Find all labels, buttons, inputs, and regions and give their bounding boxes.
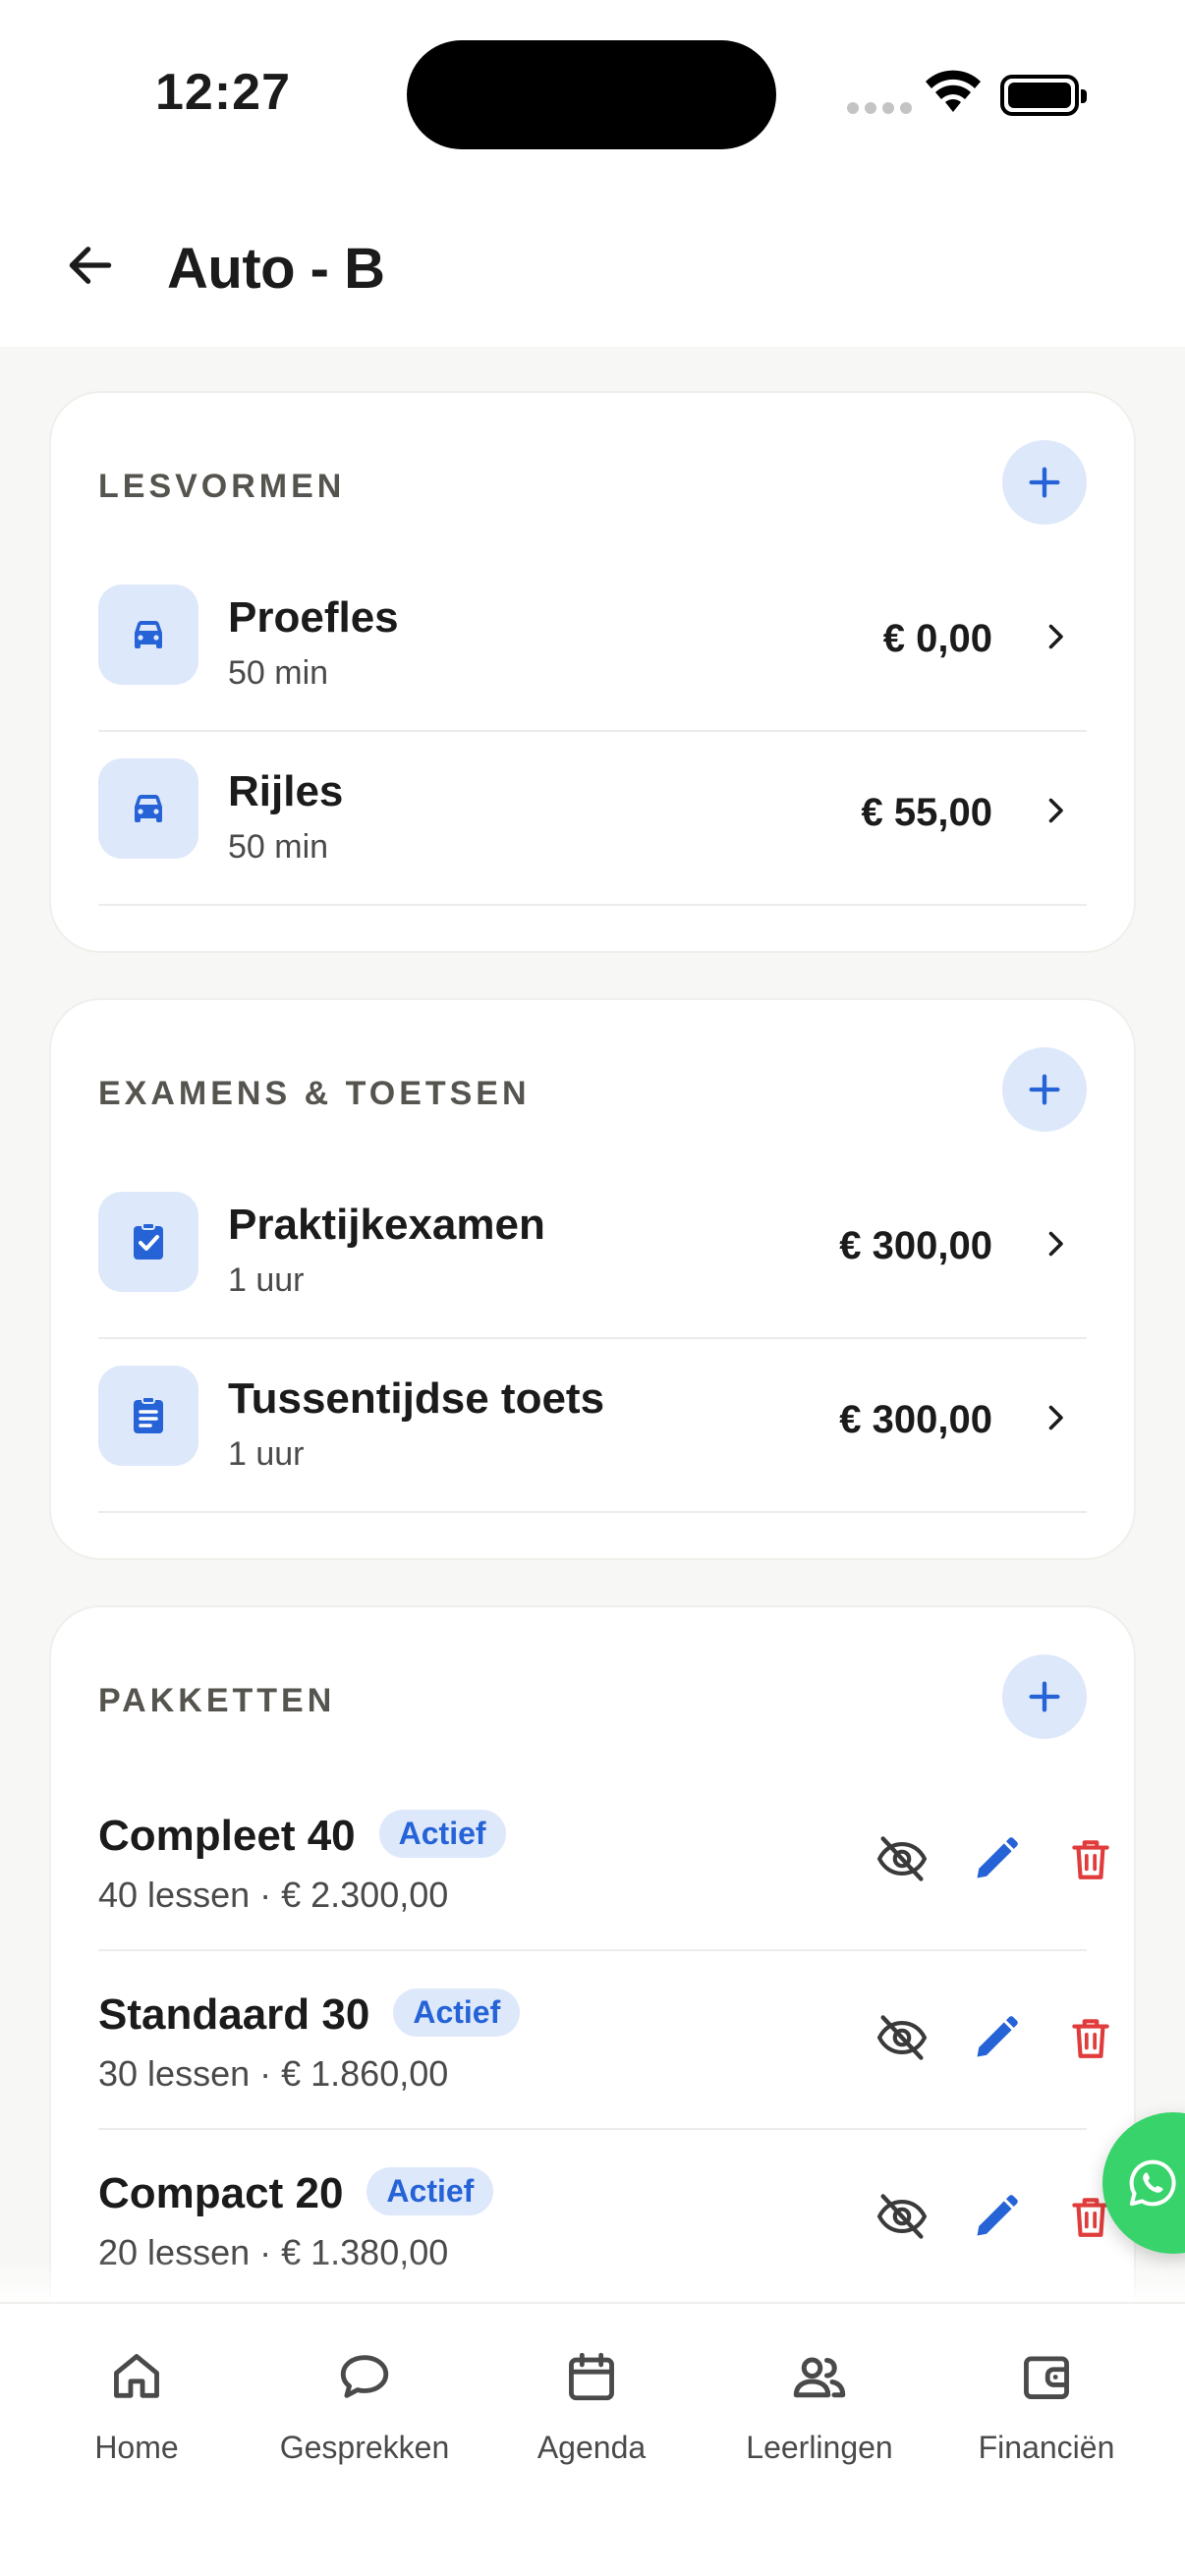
- eye-off-icon: [876, 2015, 928, 2060]
- section-title: PAKKETTEN: [98, 1682, 336, 1719]
- hide-button[interactable]: [865, 2179, 939, 2254]
- plus-icon: [1029, 1074, 1060, 1105]
- clipboard-list-icon: [98, 1366, 198, 1466]
- tab-leerlingen[interactable]: Leerlingen: [706, 2345, 932, 2492]
- page-title: Auto - B: [167, 237, 385, 301]
- section-title: EXAMENS & TOETSEN: [98, 1075, 531, 1112]
- tab-label: Home: [94, 2430, 179, 2465]
- chevron-right-icon: [1032, 1220, 1079, 1267]
- chevron-right-icon: [1032, 1394, 1079, 1441]
- add-examen-button[interactable]: [1002, 1047, 1087, 1132]
- package-name: Standaard 30: [98, 1990, 370, 2039]
- section-title: LESVORMEN: [98, 468, 346, 505]
- package-name: Compact 20: [98, 2169, 344, 2217]
- scroll-fade: [0, 2260, 1185, 2304]
- tab-label: Agenda: [536, 2430, 647, 2465]
- package-details: 30 lessen · € 1.860,00: [98, 2053, 449, 2094]
- examen-duration: 1 uur: [228, 1261, 305, 1299]
- status-badge: Actief: [393, 1988, 521, 2037]
- lesvorm-price: € 0,00: [882, 617, 992, 660]
- package-name: Compleet 40: [98, 1812, 356, 1860]
- wifi-icon: [926, 70, 981, 112]
- examen-name: Praktijkexamen: [228, 1201, 545, 1249]
- lesvormen-card: LESVORMEN Proefles 50 min € 0,00 Rijles …: [49, 391, 1136, 953]
- delete-button[interactable]: [1053, 2000, 1128, 2075]
- examens-card: EXAMENS & TOETSEN Praktijkexamen 1 uur €…: [49, 998, 1136, 1560]
- car-icon: [98, 585, 198, 685]
- status-time: 12:27: [155, 64, 291, 121]
- tab-label: Leerlingen: [746, 2430, 893, 2465]
- tab-agenda[interactable]: Agenda: [479, 2345, 705, 2492]
- battery-icon: [1000, 75, 1087, 116]
- lesvorm-duration: 50 min: [228, 828, 329, 866]
- pencil-icon: [977, 2195, 1018, 2236]
- tab-financien[interactable]: Financiën: [933, 2345, 1159, 2492]
- lesvorm-price: € 55,00: [861, 791, 992, 834]
- list-item[interactable]: Rijles 50 min € 55,00: [98, 732, 1087, 906]
- home-icon: [105, 2345, 168, 2408]
- package-row: Standaard 30 Actief 30 lessen · € 1.860,0…: [98, 1951, 1109, 2130]
- status-badge: Actief: [378, 1810, 506, 1858]
- cellular-signal-icon: [847, 102, 912, 114]
- hide-button[interactable]: [865, 2000, 939, 2075]
- bottom-tab-bar: Home Gesprekken Agenda Leerlingen Financ…: [0, 2302, 1185, 2576]
- plus-icon: [1029, 1681, 1060, 1712]
- status-badge: Actief: [367, 2167, 494, 2215]
- edit-button[interactable]: [959, 2000, 1034, 2075]
- examen-name: Tussentijdse toets: [228, 1374, 605, 1423]
- dynamic-island: [407, 40, 776, 149]
- chevron-right-icon: [1032, 787, 1079, 834]
- car-icon: [98, 758, 198, 859]
- chat-bubble-icon: [333, 2345, 396, 2408]
- lesvorm-name: Proefles: [228, 593, 399, 642]
- package-details: 40 lessen · € 2.300,00: [98, 1875, 449, 1915]
- examen-price: € 300,00: [839, 1398, 992, 1441]
- people-icon: [788, 2345, 851, 2408]
- list-item[interactable]: Praktijkexamen 1 uur € 300,00: [98, 1165, 1087, 1339]
- arrow-left-icon: [69, 247, 112, 284]
- eye-off-icon: [876, 1836, 928, 1881]
- eye-off-icon: [876, 2194, 928, 2239]
- plus-icon: [1029, 467, 1060, 498]
- lesvorm-name: Rijles: [228, 767, 344, 815]
- calendar-icon: [560, 2345, 623, 2408]
- tab-label: Financiën: [978, 2430, 1115, 2465]
- clipboard-check-icon: [98, 1192, 198, 1292]
- edit-button[interactable]: [959, 2179, 1034, 2254]
- status-bar: 12:27: [0, 0, 1185, 187]
- back-button[interactable]: [51, 226, 130, 305]
- trash-icon: [1072, 2019, 1109, 2058]
- chevron-right-icon: [1032, 613, 1079, 660]
- whatsapp-icon: [1129, 2159, 1176, 2207]
- package-row: Compleet 40 Actief 40 lessen · € 2.300,00: [98, 1772, 1109, 1951]
- delete-button[interactable]: [1053, 1821, 1128, 1896]
- add-pakket-button[interactable]: [1002, 1654, 1087, 1739]
- page-header: Auto - B: [0, 187, 1185, 347]
- trash-icon: [1072, 1840, 1109, 1879]
- hide-button[interactable]: [865, 1821, 939, 1896]
- list-item[interactable]: Tussentijdse toets 1 uur € 300,00: [98, 1339, 1087, 1513]
- examen-duration: 1 uur: [228, 1435, 305, 1473]
- pencil-icon: [977, 2016, 1018, 2057]
- wallet-icon: [1015, 2345, 1078, 2408]
- lesvorm-duration: 50 min: [228, 654, 329, 692]
- pencil-icon: [977, 1837, 1018, 1878]
- add-lesvorm-button[interactable]: [1002, 440, 1087, 525]
- tab-gesprekken[interactable]: Gesprekken: [252, 2345, 478, 2492]
- examen-price: € 300,00: [839, 1224, 992, 1267]
- tab-home[interactable]: Home: [24, 2345, 250, 2492]
- tab-label: Gesprekken: [279, 2430, 450, 2465]
- list-item[interactable]: Proefles 50 min € 0,00: [98, 558, 1087, 732]
- edit-button[interactable]: [959, 1821, 1034, 1896]
